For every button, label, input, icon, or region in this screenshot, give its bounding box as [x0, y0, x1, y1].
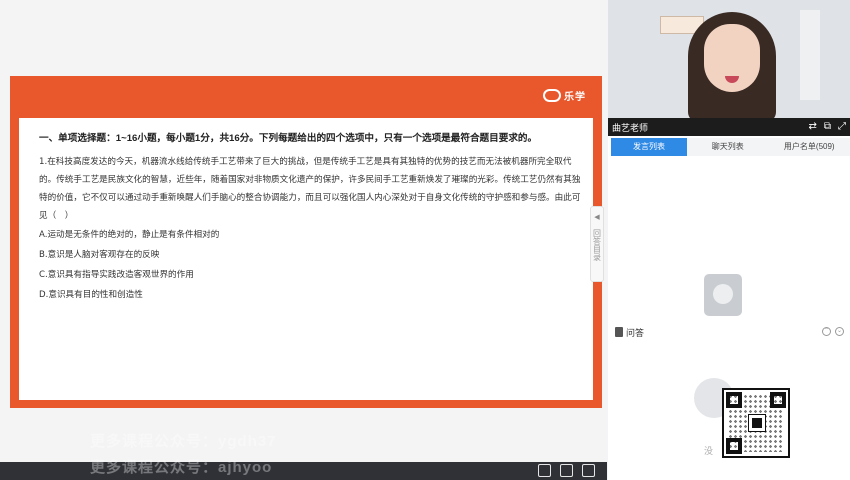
- qr-corner: [726, 392, 742, 408]
- popout-icon[interactable]: ⧉: [824, 121, 831, 132]
- option-c: C.意识具有指导实践改造客观世界的作用: [39, 270, 194, 280]
- slide-frame: 乐学 一、单项选择题：1~16小题，每小题1分，共16分。下列每题给出的四个选项…: [10, 76, 602, 408]
- qa-label: 问答: [626, 328, 645, 338]
- expand-down-icon[interactable]: ⌄: [835, 327, 844, 336]
- tab-speak-list[interactable]: 发言列表: [611, 138, 687, 156]
- expand-icon[interactable]: ⤢: [838, 121, 846, 132]
- logo-icon: [543, 89, 561, 102]
- catalog-toggle[interactable]: ◀ 回答目录: [590, 206, 604, 282]
- option-b: B.意识是人脑对客观存在的反映: [39, 250, 160, 260]
- panel-tabs: 发言列表 聊天列表 用户名单(509): [608, 138, 850, 156]
- watermark: 更多课程公众号：ygdh37: [90, 433, 277, 450]
- watermark: 更多课程公众号：ajhyoo: [90, 459, 273, 476]
- collapse-icon[interactable]: ⌃: [822, 327, 831, 336]
- qr-code: [722, 388, 790, 458]
- option-a: A.运动是无条件的绝对的，静止是有条件相对的: [39, 230, 220, 240]
- player-toolbar: 更多课程公众号：ajhyoo: [0, 459, 607, 480]
- screenshot-icon[interactable]: [538, 464, 551, 477]
- teacher-video: [608, 0, 850, 118]
- stage: 乐学 一、单项选择题：1~16小题，每小题1分，共16分。下列每题给出的四个选项…: [0, 0, 607, 480]
- question-paper: 一、单项选择题：1~16小题，每小题1分，共16分。下列每题给出的四个选项中，只…: [19, 118, 593, 400]
- logo-text: 乐学: [564, 92, 586, 103]
- question-text: 1.在科技高度发达的今天，机器流水线给传统手工艺带来了巨大的挑战，但是传统手工艺…: [39, 157, 581, 221]
- section-title: 一、单项选择题：1~16小题，每小题1分，共16分。下列每题给出的四个选项中，只…: [39, 133, 538, 144]
- video-bar: 曲艺老师 ⇄ ⧉ ⤢: [608, 118, 850, 136]
- background-lamp: [800, 10, 820, 100]
- fullscreen-icon[interactable]: [582, 464, 595, 477]
- qa-icon: [615, 327, 623, 337]
- tab-chat-list[interactable]: 聊天列表: [687, 138, 769, 156]
- logo: 乐学: [543, 88, 586, 103]
- swap-icon[interactable]: ⇄: [808, 121, 816, 132]
- chat-area: [608, 156, 850, 316]
- capture-icon[interactable]: [560, 464, 573, 477]
- catalog-toggle-label: 回答目录: [592, 229, 602, 261]
- side-panel: 曲艺老师 ⇄ ⧉ ⤢ 发言列表 聊天列表 用户名单(509) 问答 ⌃ ⌄ 没: [608, 0, 850, 480]
- qa-empty-hint: 没: [704, 446, 714, 456]
- tab-user-list[interactable]: 用户名单(509): [768, 138, 850, 156]
- qa-header: 问答 ⌃ ⌄: [608, 324, 850, 340]
- qr-corner: [726, 438, 742, 454]
- option-d: D.意识具有目的性和创造性: [39, 290, 143, 300]
- qr-corner: [770, 392, 786, 408]
- chevron-left-icon: ◀: [594, 214, 600, 221]
- empty-chat-icon: [704, 274, 742, 316]
- qr-center-logo: [748, 414, 766, 432]
- teacher-name: 曲艺老师: [612, 123, 649, 133]
